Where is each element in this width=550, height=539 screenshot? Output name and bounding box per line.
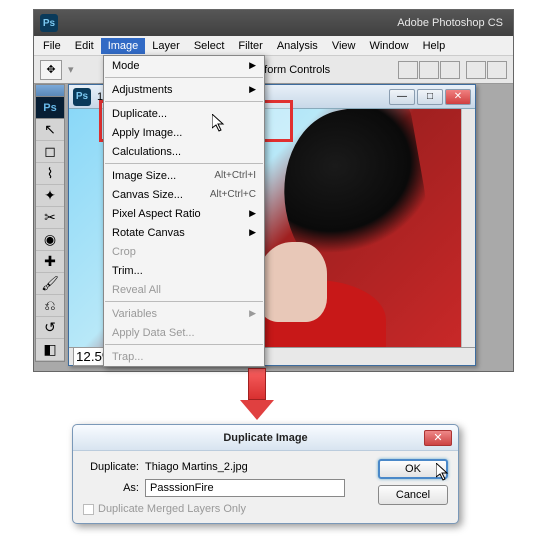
as-input[interactable] <box>145 479 345 497</box>
ok-button[interactable]: OK <box>378 459 448 479</box>
eraser-tool[interactable]: ◧ <box>36 339 64 361</box>
align-btn[interactable] <box>419 61 439 79</box>
brush-tool[interactable]: 🖌 <box>36 273 64 295</box>
maximize-button[interactable]: □ <box>417 89 443 105</box>
dialog-titlebar[interactable]: Duplicate Image ✕ <box>73 425 458 451</box>
move-tool[interactable]: ↖ <box>36 119 64 141</box>
dialog-title: Duplicate Image <box>223 432 307 444</box>
menu-edit[interactable]: Edit <box>68 38 101 54</box>
minimize-button[interactable]: — <box>389 89 415 105</box>
vertical-scrollbar[interactable] <box>461 109 475 347</box>
menu-adjustments[interactable]: Adjustments▶ <box>104 80 264 99</box>
menu-rotate-canvas[interactable]: Rotate Canvas▶ <box>104 223 264 242</box>
move-tool-icon[interactable]: ✥ <box>40 60 62 80</box>
merged-layers-checkbox <box>83 504 94 515</box>
menu-trap: Trap... <box>104 347 264 366</box>
duplicate-image-dialog: Duplicate Image ✕ Duplicate: Thiago Mart… <box>72 424 459 524</box>
menu-trim[interactable]: Trim... <box>104 261 264 280</box>
history-brush-tool[interactable]: ↺ <box>36 317 64 339</box>
menu-apply-data-set: Apply Data Set... <box>104 323 264 342</box>
toolbox: Ps ↖ ◻ ⌇ ✦ ✂ ◉ ✚ 🖌 ⎌ ↺ ◧ <box>35 84 65 362</box>
eyedropper-tool[interactable]: ◉ <box>36 229 64 251</box>
marquee-tool[interactable]: ◻ <box>36 141 64 163</box>
menu-window[interactable]: Window <box>362 38 415 54</box>
toolbox-grip[interactable] <box>36 85 64 97</box>
menu-apply-image[interactable]: Apply Image... <box>104 123 264 142</box>
duplicate-label: Duplicate: <box>83 461 145 473</box>
ps-badge-icon: Ps <box>36 97 64 119</box>
menu-filter[interactable]: Filter <box>231 38 269 54</box>
app-logo-icon: Ps <box>40 14 58 32</box>
menu-pixel-aspect[interactable]: Pixel Aspect Ratio▶ <box>104 204 264 223</box>
menu-variables: Variables▶ <box>104 304 264 323</box>
menu-mode[interactable]: Mode▶ <box>104 56 264 75</box>
menu-crop: Crop <box>104 242 264 261</box>
crop-tool[interactable]: ✂ <box>36 207 64 229</box>
cancel-button[interactable]: Cancel <box>378 485 448 505</box>
menu-image[interactable]: Image <box>101 38 146 54</box>
menubar: File Edit Image Layer Select Filter Anal… <box>34 36 513 56</box>
lasso-tool[interactable]: ⌇ <box>36 163 64 185</box>
menu-analysis[interactable]: Analysis <box>270 38 325 54</box>
menu-reveal-all: Reveal All <box>104 280 264 299</box>
menu-select[interactable]: Select <box>187 38 232 54</box>
merged-layers-label: Duplicate Merged Layers Only <box>98 503 246 515</box>
menu-duplicate[interactable]: Duplicate... <box>104 104 264 123</box>
align-btn[interactable] <box>466 61 486 79</box>
menu-image-size[interactable]: Image Size...Alt+Ctrl+I <box>104 166 264 185</box>
menu-file[interactable]: File <box>36 38 68 54</box>
wand-tool[interactable]: ✦ <box>36 185 64 207</box>
align-btn[interactable] <box>440 61 460 79</box>
tutorial-arrow-icon <box>240 368 274 420</box>
doc-logo-icon: Ps <box>73 88 91 106</box>
as-label: As: <box>83 482 145 494</box>
menu-view[interactable]: View <box>325 38 363 54</box>
heal-tool[interactable]: ✚ <box>36 251 64 273</box>
align-btn[interactable] <box>487 61 507 79</box>
menu-calculations[interactable]: Calculations... <box>104 142 264 161</box>
dialog-close-button[interactable]: ✕ <box>424 430 452 446</box>
align-btn[interactable] <box>398 61 418 79</box>
menu-layer[interactable]: Layer <box>145 38 187 54</box>
app-titlebar: Ps Adobe Photoshop CS <box>34 10 513 36</box>
image-menu-dropdown: Mode▶ Adjustments▶ Duplicate... Apply Im… <box>103 55 265 367</box>
app-title: Adobe Photoshop CS <box>66 17 507 29</box>
menu-help[interactable]: Help <box>416 38 453 54</box>
stamp-tool[interactable]: ⎌ <box>36 295 64 317</box>
menu-canvas-size[interactable]: Canvas Size...Alt+Ctrl+C <box>104 185 264 204</box>
close-button[interactable]: ✕ <box>445 89 471 105</box>
